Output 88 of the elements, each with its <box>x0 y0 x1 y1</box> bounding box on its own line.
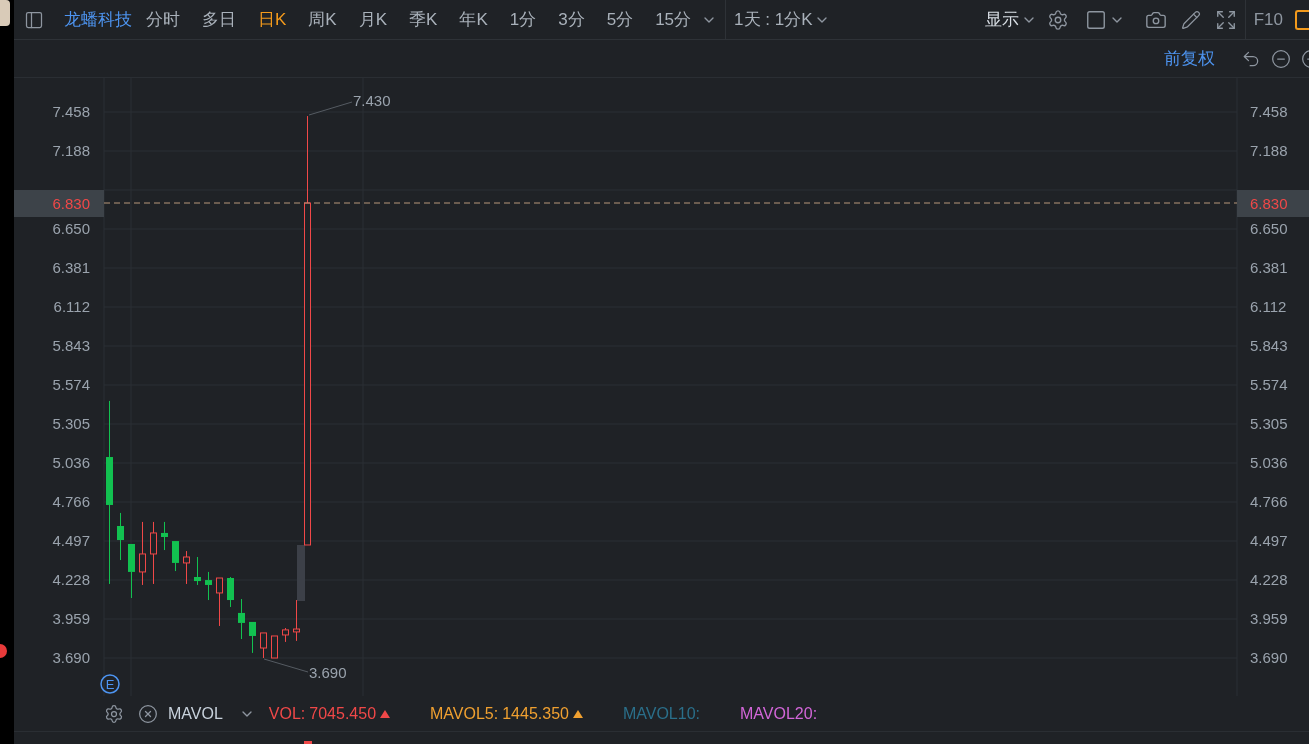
candlestick <box>227 576 234 608</box>
axis-label: 3.959 <box>52 610 90 627</box>
axis-label: 7.458 <box>52 103 90 120</box>
candlestick <box>249 621 256 654</box>
indicator-name: MAVOL <box>168 704 223 723</box>
period-tab[interactable]: 多日 <box>202 8 236 31</box>
axis-label: 7.188 <box>52 142 90 160</box>
photo-placeholder <box>0 0 10 26</box>
axis-label: 4.497 <box>52 532 90 550</box>
indicator-label: MAVOL5: <box>430 704 499 723</box>
low-price-label: 3.690 <box>309 664 347 681</box>
candlestick <box>260 632 267 659</box>
axis-label: 6.650 <box>52 220 90 238</box>
axis-label: 6.112 <box>53 298 90 316</box>
indicator-value: 1445.350 <box>502 704 569 723</box>
period-tab[interactable]: 3分 <box>558 8 585 31</box>
price-adjust-button[interactable]: 前复权 <box>1164 47 1215 70</box>
axis-label: 7.188 <box>1250 142 1288 159</box>
f10-button[interactable]: F10 <box>1253 9 1283 30</box>
volume-bar <box>304 741 312 744</box>
axis-label: 4.228 <box>52 571 90 589</box>
axis-label: 4.497 <box>1250 532 1288 549</box>
range-dropdown[interactable]: 1天 : 1分K <box>734 8 831 31</box>
candlestick <box>161 521 168 551</box>
candlestick <box>238 598 245 640</box>
expand-icon[interactable] <box>1214 8 1237 31</box>
badge-icon <box>0 644 7 658</box>
axis-label: 5.036 <box>1250 454 1288 471</box>
axis-label: 5.843 <box>1250 337 1288 354</box>
period-tab[interactable]: 月K <box>358 8 388 31</box>
high-price-label: 7.430 <box>353 92 391 109</box>
axis-label: 5.305 <box>1250 415 1288 432</box>
axis-label: 3.690 <box>1250 649 1288 666</box>
candlestick <box>183 550 190 585</box>
period-tab[interactable]: 15分 <box>655 8 692 31</box>
period-tab[interactable]: 年K <box>459 8 488 31</box>
axis-label: 7.458 <box>1250 103 1288 120</box>
pencil-icon[interactable] <box>1180 9 1201 30</box>
leader-line <box>263 658 309 673</box>
price-tag: 6.830 <box>1237 190 1309 217</box>
indicator-label: MAVOL10: <box>622 704 700 723</box>
leader-line <box>308 101 353 116</box>
axis-label: 6.381 <box>52 259 90 277</box>
event-marker[interactable]: E <box>100 674 120 694</box>
period-tab[interactable]: 周K <box>308 8 337 31</box>
candlestick <box>139 521 146 586</box>
axis-label: 4.228 <box>1250 571 1288 588</box>
indicator-label: MAVOL20: <box>740 704 818 723</box>
candlestick <box>293 599 300 642</box>
period-tab[interactable]: 1分 <box>509 8 537 31</box>
settings-icon[interactable] <box>104 703 124 724</box>
panel-icon[interactable] <box>1295 9 1309 30</box>
period-tab[interactable]: 分时 <box>146 8 180 31</box>
indicator-value: 7045.450 <box>309 704 377 723</box>
axis-label: 6.112 <box>1250 298 1287 315</box>
axis-label: 4.766 <box>1250 493 1288 510</box>
candlestick <box>205 571 212 601</box>
close-icon[interactable] <box>138 703 158 724</box>
price-tag: 6.830 <box>14 190 104 217</box>
axis-label: 3.959 <box>1250 610 1288 627</box>
candlestick <box>150 521 157 585</box>
axis-label: 5.574 <box>1250 376 1288 393</box>
axis-label: 5.843 <box>52 337 90 354</box>
indicator-label: VOL: <box>268 704 306 723</box>
axis-label: 5.305 <box>52 415 90 432</box>
candlestick <box>128 543 135 599</box>
sidebar-toggle-icon[interactable] <box>24 9 44 30</box>
display-dropdown[interactable]: 显示 <box>984 8 1037 31</box>
candlestick <box>194 556 201 586</box>
axis-label: 6.650 <box>1250 220 1288 237</box>
axis-label: 6.381 <box>1250 259 1288 276</box>
axis-label: 5.574 <box>52 376 90 393</box>
candlestick <box>271 635 278 659</box>
stock-name: 龙蟠科技 <box>64 9 132 31</box>
candlestick <box>172 540 179 572</box>
period-tab[interactable]: 日K <box>258 8 287 31</box>
candlestick <box>117 512 124 561</box>
period-tab[interactable]: 季K <box>409 8 438 31</box>
axis-label: 3.690 <box>52 649 90 666</box>
gap-block <box>297 545 305 601</box>
square-icon[interactable] <box>1084 8 1107 31</box>
zoom-out-icon[interactable] <box>1271 48 1291 69</box>
axis-label: 5.036 <box>52 453 90 471</box>
candlestick <box>282 627 289 643</box>
period-tab[interactable]: 5分 <box>606 8 634 31</box>
axis-label: 4.766 <box>52 493 90 511</box>
settings-icon[interactable] <box>1046 8 1069 31</box>
candlestick <box>216 577 223 627</box>
